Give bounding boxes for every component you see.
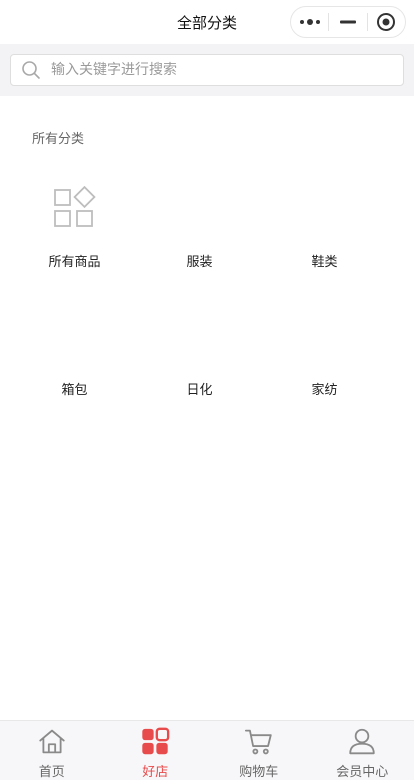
category-item-daily-chemicals[interactable]: 日化 <box>137 298 262 426</box>
more-options-button[interactable] <box>291 7 328 37</box>
tab-stores[interactable]: 好店 <box>104 721 208 780</box>
close-program-button[interactable] <box>368 7 405 37</box>
navigation-bar: 全部分类 <box>0 0 414 44</box>
cart-icon <box>244 729 272 755</box>
bottom-tab-bar: 首页 好店 购物车 会员中心 <box>0 720 414 780</box>
search-box[interactable] <box>10 54 404 86</box>
target-close-icon <box>377 13 396 31</box>
tab-member-center[interactable]: 会员中心 <box>311 721 414 780</box>
tab-home[interactable]: 首页 <box>0 721 104 780</box>
category-label: 箱包 <box>61 383 88 398</box>
search-bar <box>0 44 414 96</box>
category-label: 日化 <box>186 383 213 398</box>
category-item-bags[interactable]: 箱包 <box>12 298 137 426</box>
home-icon <box>39 729 65 754</box>
section-title: 所有分类 <box>32 132 85 147</box>
tab-label: 首页 <box>38 765 65 780</box>
tab-label: 好店 <box>142 765 169 780</box>
category-item-all-products[interactable]: 所有商品 <box>12 170 137 298</box>
category-label: 服装 <box>186 255 213 270</box>
minimize-button[interactable] <box>329 7 366 37</box>
category-item-clothing[interactable]: 服装 <box>137 170 262 298</box>
search-icon <box>22 61 40 79</box>
category-item-home-textiles[interactable]: 家纺 <box>262 298 387 426</box>
all-products-grid-icon <box>53 186 96 227</box>
user-icon <box>349 728 375 755</box>
tab-label: 会员中心 <box>336 765 389 780</box>
more-dots-icon <box>299 19 320 25</box>
store-grid-icon <box>142 727 170 755</box>
page-title: 全部分类 <box>176 13 237 32</box>
tab-cart[interactable]: 购物车 <box>207 721 311 780</box>
category-label: 所有商品 <box>48 255 101 270</box>
category-grid: 所有商品 服装 鞋类 箱包 日化 家纺 <box>12 170 386 426</box>
category-item-shoes[interactable]: 鞋类 <box>262 170 387 298</box>
tab-label: 购物车 <box>239 765 279 780</box>
category-label: 家纺 <box>311 383 338 398</box>
search-input[interactable] <box>49 56 403 84</box>
mini-program-capsule <box>290 6 406 38</box>
category-label: 鞋类 <box>311 255 338 270</box>
minus-icon <box>339 20 356 24</box>
